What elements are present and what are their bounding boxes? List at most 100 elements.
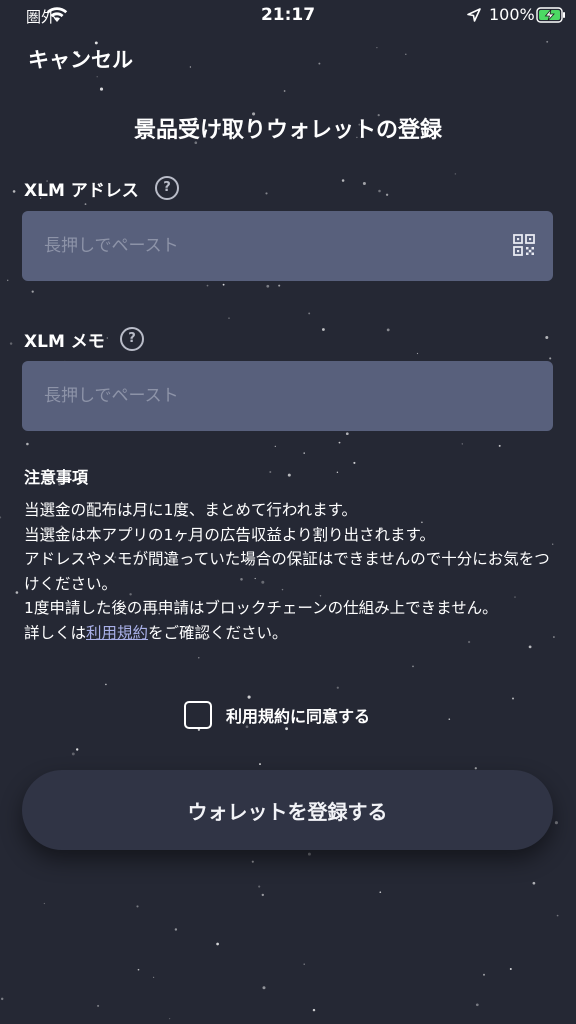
location-arrow-icon xyxy=(467,8,481,22)
notes-details-line: 詳しくは利用規約をご確認ください。 xyxy=(24,621,564,646)
star-dot xyxy=(461,443,463,445)
agree-terms-checkbox-row[interactable]: 利用規約に同意する xyxy=(184,699,370,731)
memo-field-container xyxy=(22,361,553,431)
star-dot xyxy=(386,328,390,332)
notes-line: 1度申請した後の再申請はブロックチェーンの仕組み上できません。 xyxy=(24,599,498,617)
star-dot xyxy=(378,189,381,193)
details-suffix: をご確認ください。 xyxy=(148,623,288,642)
star-dot xyxy=(554,821,558,825)
cancel-button[interactable]: キャンセル xyxy=(28,44,133,74)
star-dot xyxy=(353,461,356,464)
agree-checkbox[interactable] xyxy=(184,701,212,729)
star-dot xyxy=(206,284,209,287)
star-dot xyxy=(31,290,34,293)
address-input[interactable] xyxy=(22,211,492,281)
star-dot xyxy=(228,317,230,319)
star-dot xyxy=(251,860,254,863)
star-dot xyxy=(532,881,536,885)
star-dot xyxy=(26,442,29,446)
page-title: 景品受け取りウォレットの登録 xyxy=(133,118,442,143)
star-dot xyxy=(321,328,325,331)
star-dot xyxy=(341,179,345,182)
star-dot xyxy=(12,190,16,193)
star-dot xyxy=(43,902,46,905)
star-dot xyxy=(385,193,389,196)
star-dot xyxy=(76,748,79,751)
star-dot xyxy=(405,53,407,56)
star-dot xyxy=(152,976,155,978)
notes-line: アドレスやメモが間違っていた場合の保証はできませんので十分にお気をつけください。 xyxy=(24,550,550,593)
notes-line: 当選金は本アプリの1ヶ月の広告収益より割り出されます。 xyxy=(24,525,436,544)
star-dot xyxy=(259,763,261,766)
star-dot xyxy=(336,471,339,473)
star-dot xyxy=(556,914,559,917)
star-dot xyxy=(336,686,339,689)
star-dot xyxy=(483,973,485,976)
register-wallet-label: ウォレットを登録する xyxy=(187,799,388,824)
star-dot xyxy=(338,441,341,444)
star-dot xyxy=(307,852,311,856)
star-dot xyxy=(189,66,192,68)
battery-charging-icon xyxy=(536,7,565,23)
star-dot xyxy=(269,471,272,473)
star-dot xyxy=(71,752,75,756)
star-dot xyxy=(168,1017,171,1020)
star-dot xyxy=(0,516,2,519)
star-dot xyxy=(266,284,270,288)
star-dot xyxy=(379,891,382,894)
star-dot xyxy=(303,963,305,965)
battery-percent-text: 100% xyxy=(489,5,535,24)
star-dot xyxy=(274,445,276,448)
agree-label: 利用規約に同意する xyxy=(226,707,371,726)
address-label: XLM アドレス xyxy=(24,181,139,201)
star-dot xyxy=(174,928,178,931)
star-dot xyxy=(376,46,378,49)
address-field-container xyxy=(22,211,553,281)
star-dot xyxy=(448,718,451,720)
star-dot xyxy=(261,893,264,897)
star-dot xyxy=(0,997,4,1001)
qr-code-scan-icon[interactable] xyxy=(513,234,535,256)
star-dot xyxy=(99,87,104,91)
address-help-icon[interactable]: ? xyxy=(155,176,179,200)
star-dot xyxy=(278,284,281,287)
star-dot xyxy=(303,452,305,454)
memo-help-icon[interactable]: ? xyxy=(120,327,144,351)
memo-label: XLM メモ xyxy=(24,332,105,352)
star-dot xyxy=(9,342,13,345)
star-dot xyxy=(546,40,549,43)
notes-title: 注意事項 xyxy=(24,468,89,487)
star-dot xyxy=(258,885,261,888)
details-prefix: 詳しくは xyxy=(24,623,87,642)
star-dot xyxy=(475,1003,479,1007)
star-dot xyxy=(416,352,419,355)
notes-body: 当選金の配布は月に1度、まとめて行われます。 当選金は本アプリの1ヶ月の広告収益… xyxy=(24,498,564,645)
notes-line: 当選金の配布は月に1度、まとめて行われます。 xyxy=(24,501,358,519)
star-dot xyxy=(105,683,107,686)
star-dot xyxy=(97,1004,100,1007)
star-dot xyxy=(512,697,514,700)
star-dot xyxy=(96,76,98,78)
star-dot xyxy=(283,90,286,92)
star-dot xyxy=(265,192,268,195)
star-dot xyxy=(287,473,291,477)
memo-input[interactable] xyxy=(22,361,492,431)
terms-link[interactable]: 利用規約 xyxy=(86,624,148,642)
star-dot xyxy=(136,905,139,908)
star-dot xyxy=(137,968,140,971)
status-bar: 圏外 21:17 100% xyxy=(0,0,576,32)
star-dot xyxy=(216,942,219,946)
star-dot xyxy=(198,657,200,659)
star-dot xyxy=(15,591,19,594)
star-dot xyxy=(528,645,532,649)
star-dot xyxy=(84,203,87,205)
star-dot xyxy=(498,444,501,447)
star-dot xyxy=(412,665,414,668)
star-dot xyxy=(549,357,552,360)
register-wallet-button[interactable]: ウォレットを登録する xyxy=(22,770,553,850)
star-dot xyxy=(308,312,311,315)
star-dot xyxy=(454,173,457,175)
star-dot xyxy=(6,279,9,282)
star-dot xyxy=(262,986,266,990)
star-dot xyxy=(222,283,225,286)
